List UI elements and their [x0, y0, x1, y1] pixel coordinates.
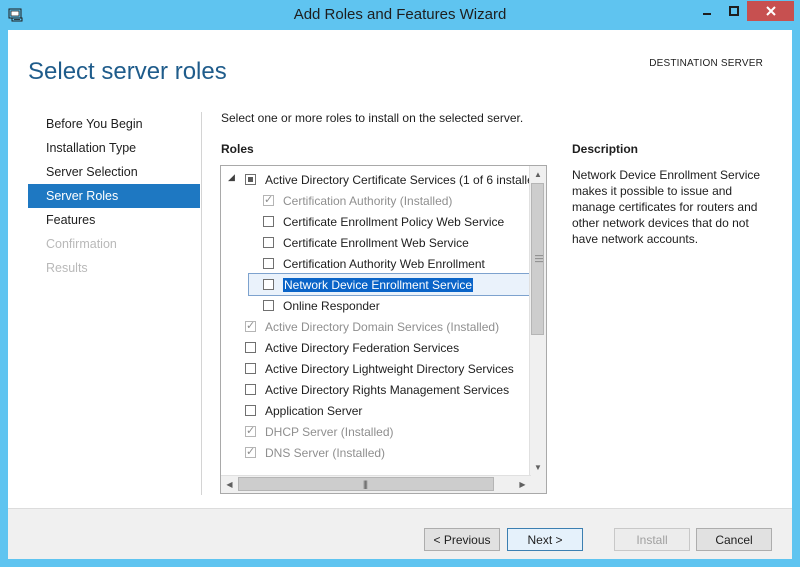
role-row[interactable]: Active Directory Lightweight Directory S…	[245, 358, 514, 379]
role-checkbox[interactable]	[245, 174, 256, 185]
wizard-window: Add Roles and Features Wizard Select ser…	[0, 0, 800, 567]
nav-item-installation-type[interactable]: Installation Type	[28, 136, 200, 160]
role-row[interactable]: Certificate Enrollment Policy Web Servic…	[263, 211, 504, 232]
role-checkbox	[245, 319, 256, 332]
destination-server-label: DESTINATION SERVER	[649, 58, 763, 69]
role-checkbox[interactable]	[245, 405, 256, 416]
page-title: Select server roles	[28, 58, 227, 85]
scroll-down-arrow-icon[interactable]: ▼	[530, 459, 546, 476]
role-row: DNS Server (Installed)	[245, 442, 385, 463]
role-label: Certification Authority (Installed)	[283, 193, 453, 208]
wizard-footer: < Previous Next > Install Cancel	[8, 508, 792, 559]
nav-item-results: Results	[46, 261, 88, 275]
role-checkbox	[263, 193, 274, 206]
description-text: Network Device Enrollment Service makes …	[572, 168, 761, 246]
close-icon	[765, 6, 776, 16]
nav-item-server-roles[interactable]: Server Roles	[28, 184, 200, 208]
nav-item-before-you-begin[interactable]: Before You Begin	[28, 112, 200, 136]
instruction-text: Select one or more roles to install on t…	[221, 111, 524, 125]
role-label: Active Directory Lightweight Directory S…	[265, 361, 514, 376]
scroll-left-arrow-icon[interactable]: ◀	[221, 476, 238, 493]
close-button[interactable]	[747, 1, 794, 21]
role-checkbox[interactable]	[245, 384, 256, 395]
previous-button[interactable]: < Previous	[424, 528, 500, 551]
role-row[interactable]: Application Server	[245, 400, 362, 421]
minimize-icon	[702, 13, 711, 15]
window-title: Add Roles and Features Wizard	[293, 6, 507, 23]
role-label: Certificate Enrollment Policy Web Servic…	[283, 214, 505, 229]
role-row: DHCP Server (Installed)	[245, 421, 393, 442]
roles-tree[interactable]: ◢ Active Directory Certificate Services …	[220, 165, 547, 494]
scrollbar-corner	[530, 476, 546, 493]
nav-item-features[interactable]: Features	[28, 208, 200, 232]
role-row[interactable]: Active Directory Rights Management Servi…	[245, 379, 509, 400]
vertical-scrollbar[interactable]: ▲ — — — ▼	[529, 166, 546, 476]
role-row[interactable]: Certificate Enrollment Web Service	[263, 232, 469, 253]
role-label: Network Device Enrollment Service	[283, 277, 474, 292]
roles-list: ◢ Active Directory Certificate Services …	[221, 166, 531, 476]
grip-icon: |||	[363, 479, 368, 489]
role-row[interactable]: Online Responder	[263, 295, 380, 316]
role-label: DHCP Server (Installed)	[265, 424, 394, 439]
maximize-button[interactable]	[721, 1, 747, 21]
role-row-selected[interactable]: Network Device Enrollment Service	[248, 273, 531, 296]
minimize-button[interactable]	[692, 1, 721, 21]
role-checkbox[interactable]	[263, 279, 274, 290]
role-checkbox[interactable]	[263, 237, 274, 248]
nav-divider	[201, 112, 202, 495]
role-label: Application Server	[265, 403, 363, 418]
role-label: Certificate Enrollment Web Service	[283, 235, 469, 250]
role-row: Certification Authority (Installed)	[263, 190, 452, 211]
wizard-nav: Before You Begin Installation Type Serve…	[28, 112, 200, 280]
roles-heading: Roles	[221, 142, 254, 156]
role-label: DNS Server (Installed)	[265, 445, 386, 460]
cancel-button[interactable]: Cancel	[696, 528, 772, 551]
grip-icon: — — —	[535, 251, 543, 266]
role-row: Active Directory Domain Services (Instal…	[245, 316, 499, 337]
horizontal-scrollbar[interactable]: ◀ ||| ▶	[221, 475, 531, 493]
maximize-icon	[729, 6, 739, 16]
title-bar[interactable]: Add Roles and Features Wizard	[0, 0, 800, 30]
scroll-right-arrow-icon[interactable]: ▶	[514, 476, 531, 493]
role-checkbox[interactable]	[245, 363, 256, 374]
horizontal-scroll-thumb[interactable]: |||	[238, 477, 494, 491]
vertical-scroll-thumb[interactable]: — — —	[531, 183, 544, 335]
role-checkbox[interactable]	[263, 300, 274, 311]
role-checkbox[interactable]	[245, 342, 256, 353]
role-label: Online Responder	[283, 298, 380, 313]
role-row[interactable]: Active Directory Federation Services	[245, 337, 459, 358]
scroll-up-arrow-icon[interactable]: ▲	[530, 166, 546, 183]
role-checkbox[interactable]	[263, 216, 274, 227]
description-heading: Description	[572, 142, 639, 156]
role-checkbox[interactable]	[263, 258, 274, 269]
role-label: Active Directory Rights Management Servi…	[265, 382, 510, 397]
role-row[interactable]: Certification Authority Web Enrollment	[263, 253, 485, 274]
role-label: Active Directory Certificate Services (1…	[265, 172, 531, 187]
role-label: Active Directory Federation Services	[265, 340, 460, 355]
nav-item-confirmation: Confirmation	[46, 237, 117, 251]
wizard-content: Select server roles DESTINATION SERVER B…	[8, 30, 792, 559]
next-button[interactable]: Next >	[507, 528, 583, 551]
role-checkbox	[245, 445, 256, 458]
role-label: Certification Authority Web Enrollment	[283, 256, 485, 271]
role-checkbox	[245, 424, 256, 437]
collapse-arrow-icon[interactable]: ◢	[228, 172, 235, 183]
nav-item-server-selection[interactable]: Server Selection	[28, 160, 200, 184]
role-label: Active Directory Domain Services (Instal…	[265, 319, 500, 334]
role-row[interactable]: Active Directory Certificate Services (1…	[245, 169, 531, 190]
install-button: Install	[614, 528, 690, 551]
